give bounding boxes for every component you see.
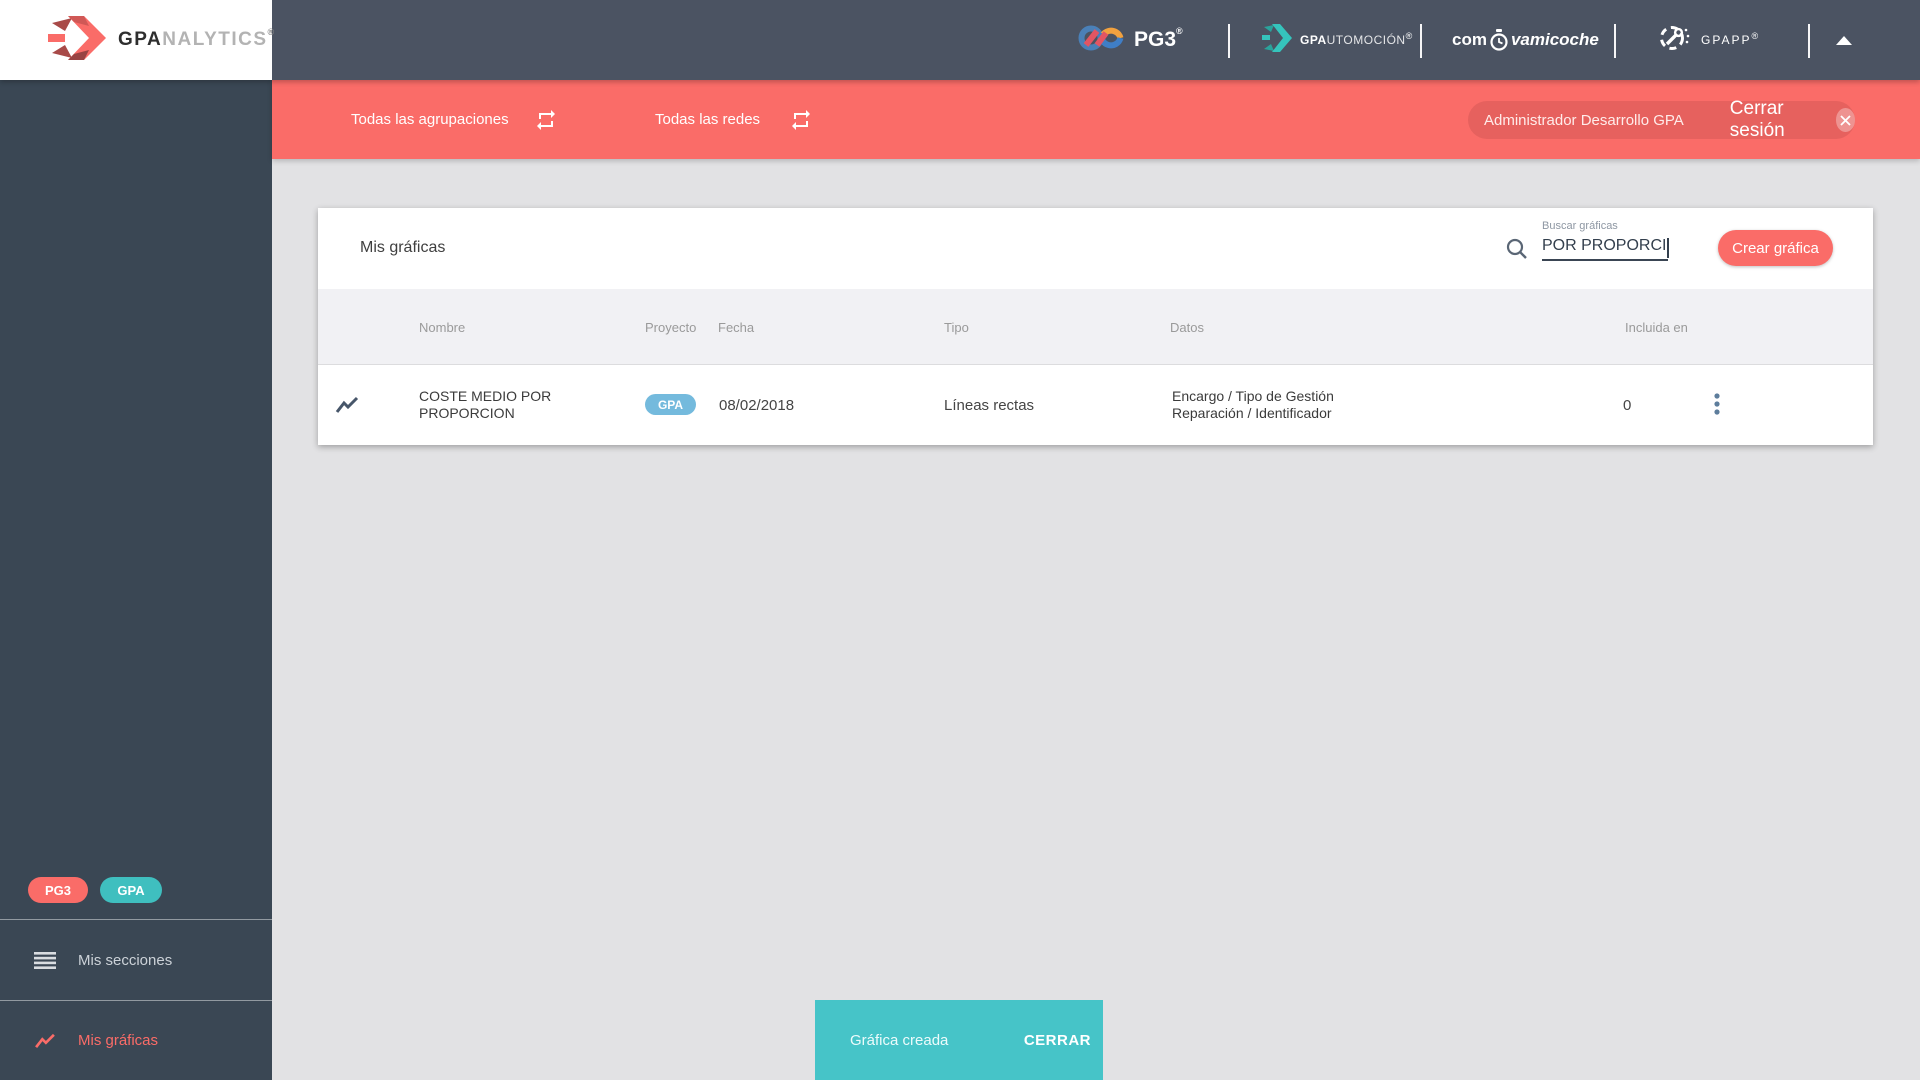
gpa-analytics-logo-icon bbox=[48, 15, 106, 65]
divider bbox=[1614, 24, 1616, 58]
swap-groupings-icon[interactable] bbox=[534, 108, 558, 137]
cell-name: COSTE MEDIO POR PROPORCION bbox=[419, 388, 552, 421]
filter-bar: Todas las agrupaciones Todas las redes A… bbox=[272, 80, 1920, 159]
comprovamicoche-logo[interactable]: com vamicoche bbox=[1452, 0, 1599, 80]
cell-date: 08/02/2018 bbox=[719, 397, 795, 414]
sidebar-item-label: Mis gráficas bbox=[78, 1032, 159, 1049]
gpapp-logo[interactable]: GPAPP® bbox=[1658, 0, 1760, 80]
groupings-filter-label[interactable]: Todas las agrupaciones bbox=[351, 111, 509, 128]
search-icon[interactable] bbox=[1505, 237, 1529, 266]
row-more-options-icon[interactable] bbox=[1704, 393, 1730, 419]
divider bbox=[1808, 24, 1810, 58]
gpapp-logo-text: GPAPP® bbox=[1701, 31, 1761, 47]
create-chart-button[interactable]: Crear gráfica bbox=[1718, 230, 1833, 266]
table-header-row: Nombre Proyecto Fecha Tipo Datos Incluid… bbox=[318, 289, 1873, 365]
gpa-analytics-logo[interactable]: GPANALYTICS® bbox=[0, 0, 274, 80]
cell-type: Líneas rectas bbox=[944, 397, 1035, 414]
column-header-fecha: Fecha bbox=[718, 320, 755, 335]
user-session-pill: Administrador Desarrollo GPA Cerrar sesi… bbox=[1468, 98, 1855, 142]
table-row[interactable]: COSTE MEDIO POR PROPORCION GPA 08/02/201… bbox=[318, 365, 1873, 445]
toast-message: Gráfica creada bbox=[850, 1031, 949, 1049]
pg3-logo-icon bbox=[1078, 23, 1124, 58]
column-header-nombre: Nombre bbox=[419, 320, 466, 335]
column-header-incluida-en: Incluida en bbox=[1625, 320, 1688, 335]
gpautomocion-logo-text: GPAUTOMOCIÓN® bbox=[1300, 31, 1413, 47]
sidebar-badge-pg3[interactable]: PG3 bbox=[28, 877, 88, 903]
chart-line-icon bbox=[335, 396, 359, 419]
chart-line-icon bbox=[34, 1033, 56, 1049]
search-input[interactable] bbox=[1542, 235, 1668, 261]
sidebar-item-mis-graficas[interactable]: Mis gráficas bbox=[0, 1001, 272, 1080]
divider bbox=[1420, 24, 1422, 58]
search-input-label: Buscar gráficas bbox=[1542, 220, 1618, 232]
column-header-tipo: Tipo bbox=[944, 320, 969, 335]
cell-included-in: 0 bbox=[1623, 397, 1632, 414]
gpautomocion-logo[interactable]: GPAUTOMOCIÓN® bbox=[1262, 0, 1413, 80]
pg3-logo[interactable]: PG3® bbox=[1078, 0, 1183, 80]
logout-close-icon[interactable] bbox=[1835, 108, 1855, 132]
page-title: Mis gráficas bbox=[360, 239, 446, 256]
cell-data: Encargo / Tipo de Gestión Reparación / I… bbox=[1172, 388, 1334, 421]
sidebar: PG3 GPA Mis secciones Mis gráficas bbox=[0, 80, 272, 1080]
main-content: Mis gráficas Buscar gráficas Crear gráfi… bbox=[272, 159, 1920, 1080]
gpa-analytics-logo-text: GPANALYTICS® bbox=[118, 27, 276, 50]
collapse-header-arrow-icon[interactable] bbox=[1836, 36, 1852, 45]
swap-networks-icon[interactable] bbox=[789, 108, 813, 137]
comprovamicoche-prefix: com bbox=[1452, 30, 1487, 49]
charts-panel: Mis gráficas Buscar gráficas Crear gráfi… bbox=[318, 208, 1873, 445]
sidebar-item-mis-secciones[interactable]: Mis secciones bbox=[0, 920, 272, 1000]
toast-snackbar: Gráfica creada CERRAR bbox=[815, 1000, 1103, 1080]
column-header-datos: Datos bbox=[1170, 320, 1204, 335]
user-name: Administrador Desarrollo GPA bbox=[1484, 111, 1684, 129]
column-header-proyecto: Proyecto bbox=[645, 320, 697, 335]
logout-button[interactable]: Cerrar sesión bbox=[1730, 98, 1822, 142]
toast-close-button[interactable]: CERRAR bbox=[1024, 1032, 1091, 1049]
text-caret bbox=[1667, 238, 1669, 258]
comprovamicoche-suffix: vamicoche bbox=[1510, 30, 1599, 49]
sidebar-item-label: Mis secciones bbox=[78, 951, 173, 969]
networks-filter-label[interactable]: Todas las redes bbox=[655, 111, 760, 128]
divider bbox=[1228, 24, 1230, 58]
panel-header: Mis gráficas Buscar gráficas Crear gráfi… bbox=[318, 208, 1873, 289]
pg3-logo-text: PG3® bbox=[1134, 26, 1183, 51]
menu-icon bbox=[34, 951, 56, 969]
gpautomocion-logo-icon bbox=[1262, 23, 1292, 57]
top-header: GPANALYTICS® PG3® GPAUTOMOCIÓN® com vami… bbox=[0, 0, 1920, 80]
gpapp-logo-icon bbox=[1658, 21, 1692, 60]
clock-icon bbox=[1489, 29, 1509, 51]
cell-project-badge: GPA bbox=[645, 394, 696, 415]
sidebar-badge-gpa[interactable]: GPA bbox=[100, 877, 162, 903]
